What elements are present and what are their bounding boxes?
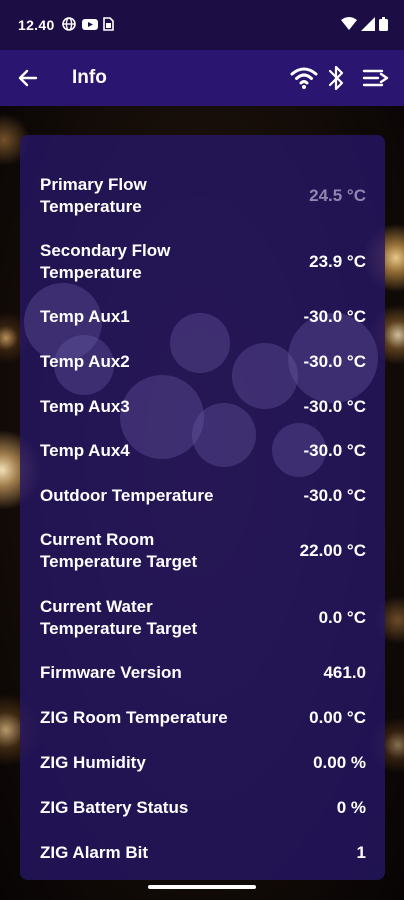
- row-value: 461.0: [323, 663, 366, 682]
- row-value: 0.00 %: [313, 753, 366, 772]
- info-row-zig-alarm-bit: ZIG Alarm Bit 1: [40, 841, 366, 865]
- status-icons-left: [62, 17, 116, 31]
- wifi-status-icon: [341, 17, 357, 34]
- row-value: 0.0 °C: [318, 608, 366, 627]
- bluetooth-button[interactable]: [326, 63, 346, 93]
- info-row-firmware-version: Firmware Version 461.0: [40, 661, 366, 685]
- row-label: Current Water Temperature Target: [40, 597, 198, 638]
- info-card: Primary Flow Temperature 24.5 °C Seconda…: [20, 135, 385, 880]
- gesture-nav-handle[interactable]: [148, 885, 256, 889]
- youtube-icon: [82, 17, 98, 31]
- status-bar: 12.40: [0, 0, 404, 50]
- sim-icon: [102, 17, 116, 31]
- row-label: Temp Aux4: [40, 441, 130, 460]
- info-row-zig-humidity: ZIG Humidity 0.00 %: [40, 751, 366, 775]
- row-value: -30.0 °C: [303, 307, 366, 326]
- row-value: 22.00 °C: [299, 541, 366, 560]
- row-label: Firmware Version: [40, 663, 182, 682]
- row-value: -30.0 °C: [303, 441, 366, 460]
- row-label: Outdoor Temperature: [40, 486, 214, 505]
- bluetooth-icon: [328, 65, 344, 91]
- row-label: Temp Aux3: [40, 397, 130, 416]
- battery-icon: [379, 17, 388, 34]
- row-label: ZIG Room Temperature: [40, 708, 228, 727]
- row-value: -30.0 °C: [303, 352, 366, 371]
- signal-icon: [361, 17, 375, 34]
- info-row-secondary-flow-temperature: Secondary Flow Temperature 23.9 °C: [40, 239, 366, 285]
- row-value: 24.5 °C: [309, 186, 366, 205]
- row-value: -30.0 °C: [303, 397, 366, 416]
- row-label: Current Room Temperature Target: [40, 530, 198, 571]
- wifi-button[interactable]: [290, 66, 318, 90]
- info-row-temp-aux2: Temp Aux2 -30.0 °C: [40, 350, 366, 374]
- row-label: ZIG Humidity: [40, 753, 146, 772]
- menu-button[interactable]: [362, 66, 390, 90]
- info-row-zig-battery-status: ZIG Battery Status 0 %: [40, 796, 366, 820]
- info-row-temp-aux4: Temp Aux4 -30.0 °C: [40, 439, 366, 463]
- info-row-current-water-temperature-target: Current Water Temperature Target 0.0 °C: [40, 595, 366, 641]
- status-icons-right: [341, 17, 388, 34]
- row-label: Primary Flow Temperature: [40, 175, 147, 216]
- row-label: Secondary Flow Temperature: [40, 241, 171, 282]
- info-row-outdoor-temperature: Outdoor Temperature -30.0 °C: [40, 484, 366, 508]
- row-label: ZIG Alarm Bit: [40, 843, 148, 862]
- info-row-primary-flow-temperature: Primary Flow Temperature 24.5 °C: [40, 173, 366, 219]
- row-value: 0.00 °C: [309, 708, 366, 727]
- back-arrow-icon: [18, 69, 38, 87]
- row-value: 1: [356, 843, 366, 862]
- row-label: Temp Aux2: [40, 352, 130, 371]
- row-value: 0 %: [336, 798, 366, 817]
- info-row-zig-room-temperature: ZIG Room Temperature 0.00 °C: [40, 706, 366, 730]
- info-row-temp-aux3: Temp Aux3 -30.0 °C: [40, 395, 366, 419]
- info-row-current-room-temperature-target: Current Room Temperature Target 22.00 °C: [40, 528, 366, 574]
- row-label: ZIG Battery Status: [40, 798, 189, 817]
- app-bar: Info: [0, 50, 404, 106]
- network-icon: [62, 17, 76, 31]
- status-time: 12.40: [18, 17, 55, 33]
- info-row-temp-aux1: Temp Aux1 -30.0 °C: [40, 305, 366, 329]
- wifi-icon: [290, 67, 318, 89]
- row-value: -30.0 °C: [303, 486, 366, 505]
- page-title: Info: [72, 67, 107, 88]
- row-label: Temp Aux1: [40, 307, 130, 326]
- menu-icon: [362, 69, 389, 87]
- row-value: 23.9 °C: [309, 252, 366, 271]
- back-button[interactable]: [14, 64, 42, 92]
